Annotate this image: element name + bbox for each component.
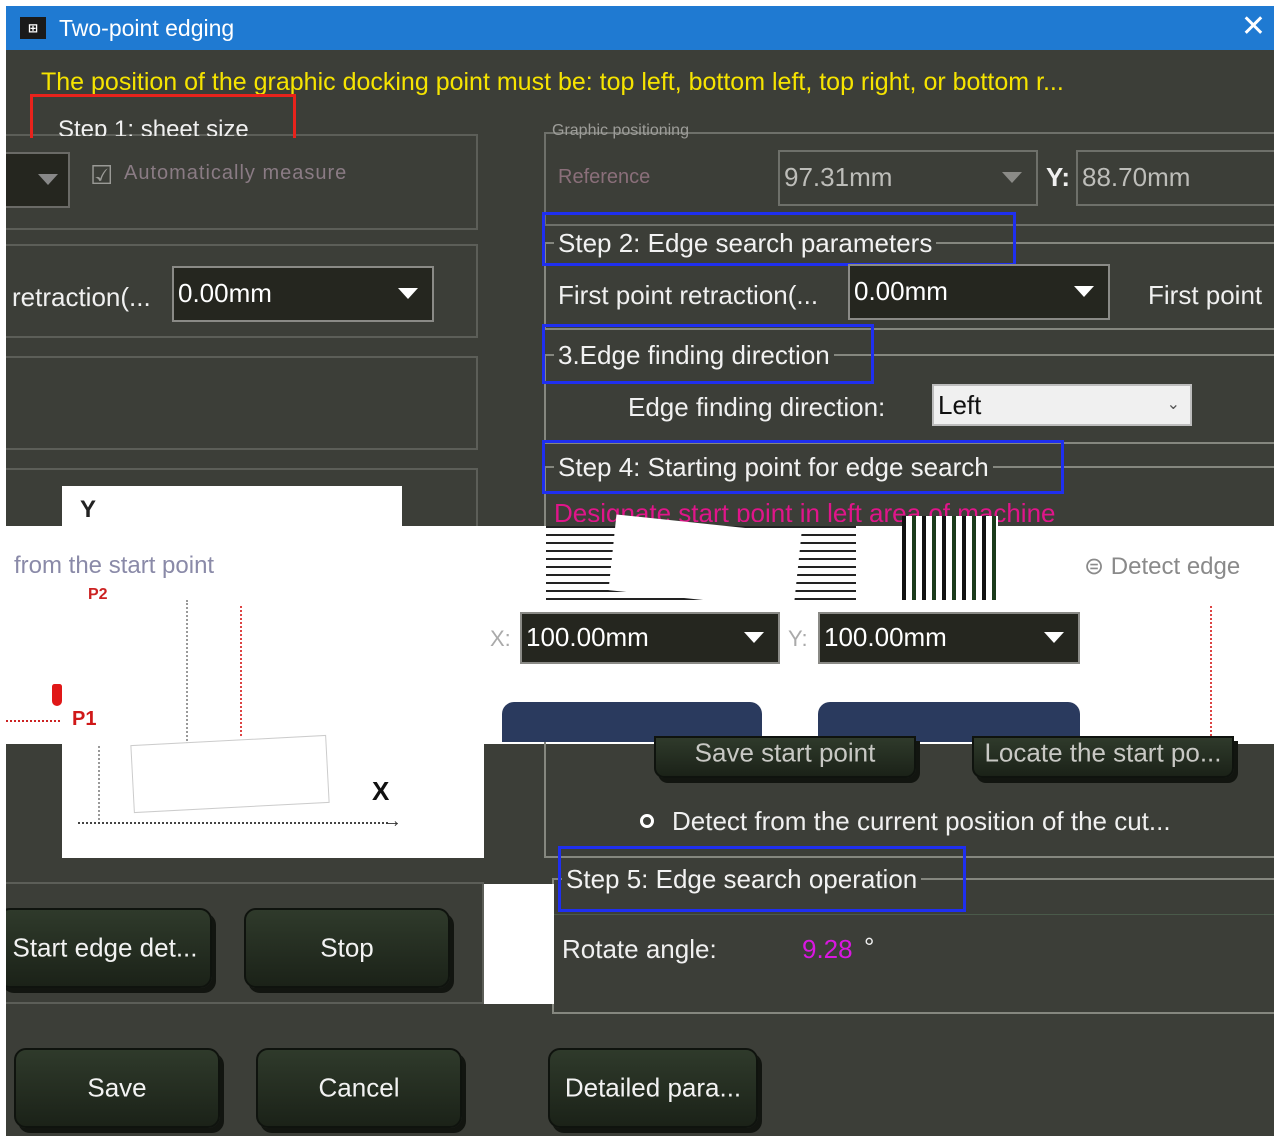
two-point-edging-window: ⊞ Two-point edging ✕ The position of the… [6,6,1274,1136]
left-retraction-value: 0.00mm [178,278,272,308]
save-button[interactable]: Save [14,1048,220,1128]
left-gap [484,884,554,1004]
step5-divider [552,914,1274,915]
window-title: Two-point edging [59,15,235,41]
position-y-label: Y: [1046,162,1071,192]
reference-label: Reference [558,166,651,188]
first-retraction-label: First point retraction(... [558,280,819,310]
p1-marker-icon [52,684,62,706]
locate-start-point-button[interactable]: Locate the start po... [972,736,1234,778]
coord-x-label: X: [490,626,511,651]
step2-highlight [542,212,1016,266]
title-bar: ⊞ Two-point edging ✕ [6,6,1274,50]
y-axis-line [98,746,100,824]
x-axis-label: X [372,776,390,806]
first-retraction-select[interactable]: 0.00mm [848,264,1110,320]
edge-tool-icon: ⊞ [20,17,46,39]
first-point-label: First point [1148,280,1263,310]
save-start-point-button[interactable]: Save start point [654,736,916,778]
step1-label: Step 1: sheet size [58,116,249,136]
right-diagram-guide [1210,606,1212,736]
step3-highlight [542,324,874,384]
detect-edge-label[interactable]: ⊜ Detect edge [1084,552,1240,581]
coord-x-value: 100.00mm [526,622,649,652]
left-retraction-label: retraction(... [12,282,151,312]
left-retraction-select[interactable]: 0.00mm [172,266,434,322]
p1-guide [6,720,60,722]
cancel-button[interactable]: Cancel [256,1048,462,1128]
step5-highlight [558,846,966,912]
coord-x-select[interactable]: 100.00mm [520,612,780,664]
x-axis-line [78,822,388,824]
position-y-value: 88.70mm [1082,162,1191,192]
direction-value: Left [938,390,982,420]
position-x-value: 97.31mm [784,162,893,192]
detect-current-label: Detect from the current position of the … [672,806,1171,836]
chevron-down-icon: ⌄ [1166,396,1180,413]
direction-select[interactable]: Left ⌄ [932,384,1192,426]
first-retraction-value: 0.00mm [854,276,948,306]
stop-button[interactable]: Stop [244,908,450,988]
rotate-angle-unit: ° [864,932,875,962]
p2-label: P2 [88,586,108,603]
direction-label: Edge finding direction: [628,392,886,422]
coord-y-label: Y: [788,626,808,651]
positioning-label: Graphic positioning [552,122,689,139]
position-y-select[interactable]: 88.70mm [1076,150,1274,206]
detect-current-radio[interactable] [640,814,654,828]
rotate-angle-value: 9.28 [802,934,853,964]
left-empty-group [6,356,478,450]
docking-warning: The position of the graphic docking poin… [41,68,1064,96]
workpiece-outline [130,734,330,814]
diagram-top [62,486,402,526]
checkmark-icon[interactable]: ☑ [90,160,113,191]
rotate-angle-label: Rotate angle: [562,934,717,964]
coord-y-value: 100.00mm [824,622,947,652]
coord-y-select[interactable]: 100.00mm [818,612,1080,664]
x-axis-arrow-icon: → [382,810,402,832]
diagram-guide [186,600,188,744]
from-start-point-label: from the start point [14,552,215,579]
detailed-parameters-button[interactable]: Detailed para... [548,1048,758,1128]
close-icon[interactable]: ✕ [1241,10,1266,44]
diagram-guide-red [240,606,242,736]
sheet-size-select[interactable] [6,152,70,208]
auto-measure-checkbox-label: Automatically measure [124,162,348,184]
position-x-select[interactable]: 97.31mm [778,150,1038,206]
glitch-bars [902,516,998,600]
detect-edge-text: Detect edge [1110,553,1241,580]
start-edge-detection-button[interactable]: Start edge det... [6,908,212,988]
y-axis-label: Y [80,496,97,523]
step4-highlight [542,440,1064,494]
p1-label: P1 [72,708,97,730]
